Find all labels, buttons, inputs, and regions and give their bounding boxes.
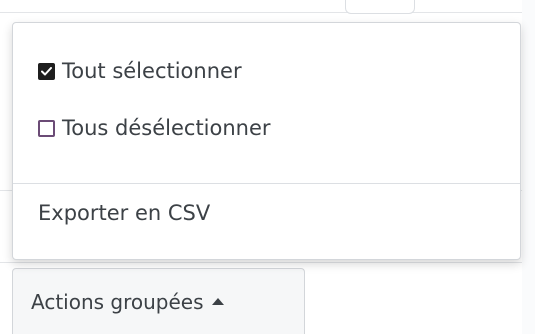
checkbox-checked-icon[interactable] [38,62,55,80]
bulk-actions-button[interactable]: Actions groupées [12,268,305,334]
caret-up-icon [211,298,224,305]
menu-divider [13,183,520,184]
export-csv-menu-item[interactable]: Exporter en CSV [38,201,210,225]
bulk-actions-label: Actions groupées [31,289,204,314]
bulk-actions-menu: Tout sélectionner Tous désélectionner Ex… [12,22,521,260]
deselect-all-label: Tous désélectionner [62,116,271,140]
export-csv-label: Exporter en CSV [38,201,211,225]
deselect-all-menu-item[interactable]: Tous désélectionner [38,116,271,140]
background-divider [0,12,535,13]
select-all-menu-item[interactable]: Tout sélectionner [38,59,242,83]
background-tab [345,0,415,14]
select-all-label: Tout sélectionner [62,59,242,83]
background-divider [0,262,535,263]
background-panel [522,0,535,334]
checkbox-unchecked-icon[interactable] [38,119,55,137]
